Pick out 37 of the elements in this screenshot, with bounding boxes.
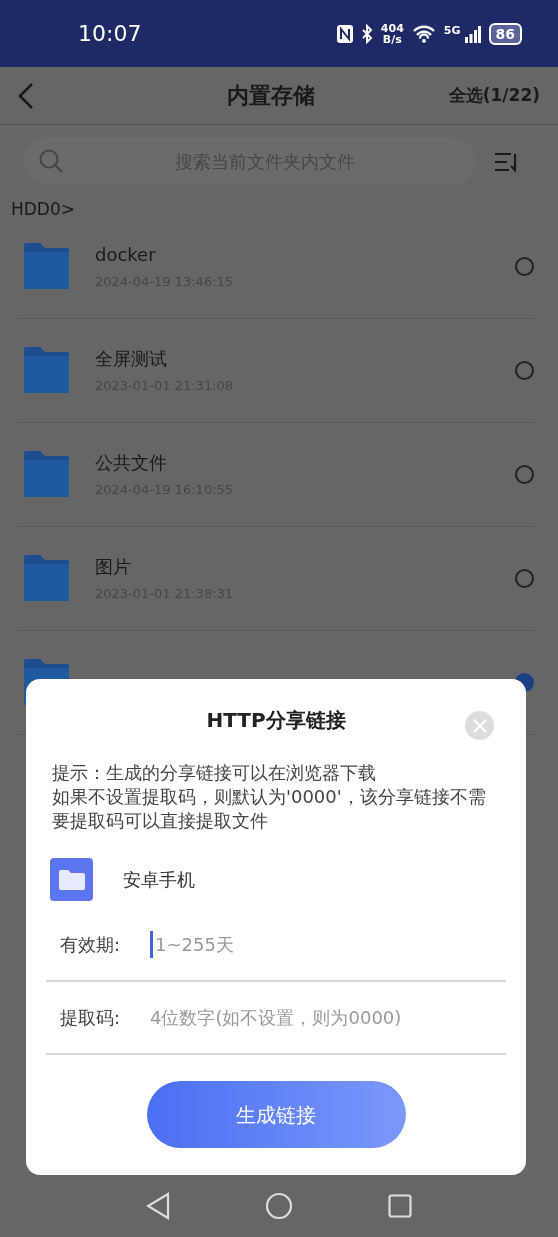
file-name: 图片 — [95, 554, 132, 579]
clock-time: 10:07 — [78, 20, 142, 48]
nfc-icon — [335, 23, 354, 44]
folder-icon — [24, 347, 69, 393]
folder-icon — [24, 243, 69, 289]
file-name: docker — [95, 242, 157, 267]
home-icon[interactable] — [265, 1192, 293, 1220]
back-icon — [18, 81, 34, 110]
page-title: 内置存储 — [227, 82, 316, 110]
wifi-icon — [411, 24, 436, 43]
field-label: 提取码: — [60, 1006, 122, 1030]
battery-level: 86 — [488, 22, 522, 45]
select-all-button[interactable]: 全选(1/22) — [448, 82, 540, 109]
file-name: 安卓手机 — [123, 868, 195, 892]
folder-icon — [24, 451, 69, 497]
selection-radio[interactable] — [515, 256, 534, 276]
network-type: 5G — [443, 24, 461, 36]
back-button[interactable] — [18, 81, 34, 110]
search-icon — [38, 148, 64, 174]
dialog-title: HTTP分享链接 — [205, 707, 347, 734]
back-icon[interactable] — [146, 1192, 170, 1220]
folder-icon — [50, 858, 93, 901]
selection-radio[interactable] — [515, 568, 534, 588]
selection-radio[interactable] — [515, 360, 534, 380]
recents-icon[interactable] — [388, 1194, 412, 1218]
hint-text: 提示：生成的分享链接可以在浏览器下载 如果不设置提取码，则默认为'0000'，该分享链接不需要提取码可以直接提取文件 — [52, 761, 487, 833]
file-name: 公共文件 — [95, 450, 168, 475]
field-label: 有效期: — [60, 933, 122, 957]
signal-icon — [464, 24, 481, 43]
close-icon — [472, 718, 487, 733]
selection-radio[interactable] — [515, 464, 534, 484]
speed-unit: B/s — [381, 33, 403, 45]
folder-icon — [24, 555, 69, 601]
speed-value: 404 — [380, 22, 404, 34]
bluetooth-icon — [361, 23, 373, 44]
generate-link-button[interactable]: 生成链接 — [146, 1081, 406, 1148]
file-name: 全屏测试 — [95, 346, 168, 371]
